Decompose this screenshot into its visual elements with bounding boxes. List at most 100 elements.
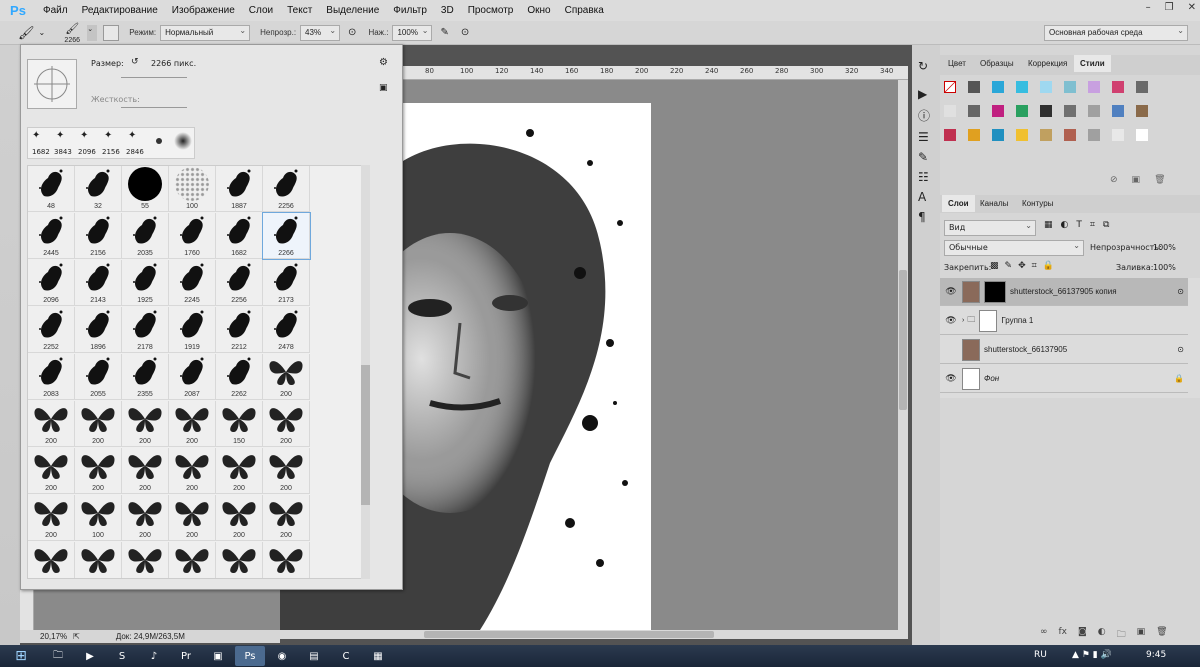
scroll-thumb[interactable] — [899, 270, 907, 410]
brush-tip[interactable]: 2478 — [263, 307, 310, 353]
adjustments-icon[interactable]: ☷ — [918, 170, 934, 184]
brush-preset-picker[interactable]: 🖌 2266 — [61, 22, 83, 44]
tab-layers[interactable]: Слои — [942, 195, 975, 212]
menu-window[interactable]: Окно — [520, 5, 557, 16]
style-swatch[interactable] — [968, 105, 980, 117]
tab-paths[interactable]: Контуры — [1016, 195, 1059, 212]
lock-pixels-icon[interactable]: ✎ — [1005, 261, 1013, 271]
brush-tip[interactable]: 32 — [75, 166, 122, 212]
brush-tip[interactable]: 2055 — [75, 354, 122, 400]
style-swatch[interactable] — [968, 129, 980, 141]
workspace-select[interactable]: Основная рабочая среда — [1044, 25, 1188, 41]
scroll-thumb[interactable] — [361, 365, 370, 505]
chevron-down-icon[interactable]: ⌄ — [39, 28, 46, 37]
photoshop-task-icon[interactable]: Ps — [235, 646, 265, 666]
fx-icon[interactable]: fx — [1059, 627, 1068, 643]
zoom-level[interactable]: 20,17% — [40, 632, 67, 641]
style-swatch[interactable] — [1088, 81, 1100, 93]
menu-view[interactable]: Просмотр — [461, 5, 521, 16]
brush-tip[interactable]: 2256 — [263, 166, 310, 212]
new-style-icon[interactable]: ▣ — [1132, 175, 1141, 185]
brush-tip[interactable]: 2262 — [216, 354, 263, 400]
brush-tip[interactable]: 200 — [28, 401, 75, 447]
lock-all-icon[interactable]: 🔒 — [1043, 261, 1054, 271]
lock-transparency-icon[interactable]: ▩ — [990, 261, 999, 271]
menu-image[interactable]: Изображение — [165, 5, 242, 16]
style-swatch[interactable] — [1040, 105, 1052, 117]
brush-tip[interactable]: 100 — [169, 542, 216, 578]
brush-tip[interactable]: 200 — [169, 448, 216, 494]
export-icon[interactable]: ⇱ — [73, 632, 80, 641]
skype-icon[interactable]: S — [107, 646, 137, 666]
add-mask-icon[interactable]: ◙ — [1078, 627, 1087, 643]
smart-filter-icon[interactable]: ⧉ — [1103, 220, 1109, 230]
tips-scrollbar[interactable] — [361, 165, 370, 579]
brush-tip[interactable]: 100 — [28, 542, 75, 578]
style-swatch[interactable] — [944, 129, 956, 141]
fill-value[interactable]: 100% — [1153, 263, 1176, 272]
pixel-filter-icon[interactable]: ▦ — [1044, 220, 1053, 230]
tab-adjustments[interactable]: Коррекция — [1022, 55, 1073, 72]
new-group-icon[interactable]: 🗀 — [1117, 627, 1126, 643]
minimize-icon[interactable]: – — [1146, 2, 1151, 13]
brush-tip[interactable]: 200 — [122, 448, 169, 494]
brush-tip[interactable]: 48 — [28, 166, 75, 212]
start-button[interactable]: ⊞ — [1, 646, 41, 666]
recent-brush-size[interactable]: 2156 — [102, 148, 120, 156]
brush-tip[interactable]: 200 — [263, 448, 310, 494]
language-indicator[interactable]: RU — [1034, 650, 1047, 660]
style-swatch[interactable] — [1112, 129, 1124, 141]
brush-tip[interactable]: 1887 — [216, 166, 263, 212]
brush-tip[interactable]: 1919 — [169, 307, 216, 353]
style-swatch[interactable] — [968, 81, 980, 93]
menu-select[interactable]: Выделение — [319, 5, 386, 16]
menu-3d[interactable]: 3D — [434, 5, 461, 16]
brush-tip[interactable]: 1682 — [216, 213, 263, 259]
style-swatch[interactable] — [1040, 129, 1052, 141]
pressure-size-icon[interactable]: ⊙ — [461, 27, 469, 38]
layer-opacity-value[interactable]: 100% — [1153, 243, 1176, 252]
scroll-thumb[interactable] — [424, 631, 714, 638]
brush-tip[interactable]: 200 — [169, 401, 216, 447]
lock-artboard-icon[interactable]: ⌗ — [1032, 261, 1037, 271]
menu-text[interactable]: Текст — [280, 5, 319, 16]
media-player-icon[interactable]: ▶ — [75, 646, 105, 666]
actions-play-icon[interactable]: ▶ — [918, 87, 934, 101]
brush-tip[interactable]: 200 — [216, 495, 263, 541]
brush-tip[interactable]: 200 — [263, 401, 310, 447]
menu-help[interactable]: Справка — [558, 5, 611, 16]
brush-tip[interactable]: 200 — [122, 401, 169, 447]
brush-tip[interactable]: 200 — [169, 495, 216, 541]
trash-icon[interactable]: 🗑 — [1154, 175, 1165, 185]
menu-edit[interactable]: Редактирование — [75, 5, 165, 16]
tab-swatches[interactable]: Образцы — [974, 55, 1020, 72]
layer-row[interactable]: 👁 › 🗀 Группа 1 — [940, 307, 1188, 335]
hard-round-brush-icon[interactable] — [156, 138, 162, 144]
explorer-icon[interactable]: 🗀 — [43, 646, 73, 666]
brush-tip[interactable]: 2143 — [75, 260, 122, 306]
character-icon[interactable]: A — [918, 190, 934, 204]
style-swatch[interactable] — [944, 81, 956, 93]
style-swatch[interactable] — [1016, 129, 1028, 141]
pressure-opacity-icon[interactable]: ⊙ — [348, 27, 356, 38]
close-icon[interactable]: ✕ — [1188, 2, 1196, 13]
blend-mode-select[interactable]: Обычные — [944, 240, 1084, 256]
brush-tip[interactable]: 2266 — [262, 212, 311, 260]
recent-brush-size[interactable]: 2096 — [78, 148, 96, 156]
brush-tip[interactable]: 200 — [263, 495, 310, 541]
style-swatch[interactable] — [1064, 129, 1076, 141]
new-preset-icon[interactable]: ▣ — [379, 83, 388, 93]
brush-tip[interactable]: 1896 — [75, 307, 122, 353]
brush-tip[interactable]: 100 — [75, 495, 122, 541]
brush-tip[interactable]: 2252 — [28, 307, 75, 353]
brush-tip[interactable]: 100 — [169, 166, 216, 212]
layer-name[interactable]: Фон — [984, 374, 999, 383]
brush-tip[interactable]: 2178 — [122, 307, 169, 353]
premiere-icon[interactable]: Pr — [171, 646, 201, 666]
layer-filter-select[interactable]: Вид — [944, 220, 1036, 236]
eye-icon[interactable]: 👁 — [940, 373, 962, 384]
new-layer-icon[interactable]: ▣ — [1137, 627, 1146, 643]
tab-styles[interactable]: Стили — [1074, 55, 1111, 72]
style-swatch[interactable] — [1088, 129, 1100, 141]
layer-mask-thumbnail[interactable] — [984, 280, 1006, 303]
